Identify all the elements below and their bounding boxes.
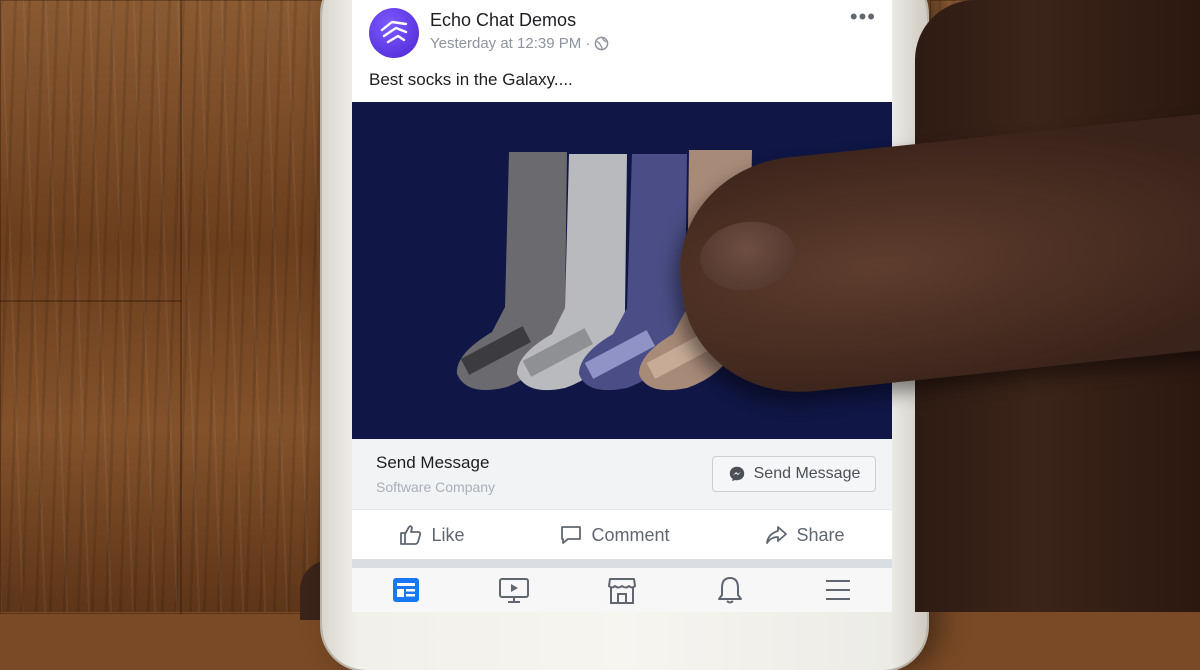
post-text: Best socks in the Galaxy.... [369,70,573,89]
more-horizontal-icon[interactable]: ••• [850,6,876,28]
comment-bubble-icon [561,526,582,544]
cta-subtitle: Software Company [376,479,496,495]
page-name[interactable]: Echo Chat Demos [430,10,576,31]
cta-title: Send Message [376,453,490,472]
wood-panel [0,300,182,614]
comment-button[interactable]: Comment [559,524,669,546]
share-button[interactable]: Share [764,524,844,546]
call-to-action-footer: Send Message Software Company Send Messa… [352,439,892,509]
notifications-bell-icon [718,577,742,604]
menu-icon [826,580,850,600]
wood-panel [0,0,182,302]
watch-video-icon [499,578,529,603]
tab-news-feed[interactable] [386,570,426,610]
tab-marketplace[interactable] [602,570,642,610]
like-label: Like [431,524,465,545]
send-message-button-label: Send Message [753,465,861,482]
comment-label: Comment [591,524,670,545]
tab-watch[interactable] [494,570,534,610]
tab-notifications[interactable] [710,570,750,610]
messenger-icon [729,466,744,482]
send-message-button[interactable]: Send Message [712,456,876,492]
wood-panel [180,0,324,614]
share-label: Share [796,524,845,545]
thumbs-up-icon [400,525,422,545]
post-header: Echo Chat Demos Yesterday at 12:39 PM · … [352,0,892,102]
like-button[interactable]: Like [399,524,465,546]
tab-menu[interactable] [818,570,858,610]
post-timestamp[interactable]: Yesterday at 12:39 PM · [430,35,590,52]
post-actions-bar: Like Comment Share [352,509,892,560]
news-feed-icon [393,578,419,602]
bottom-tab-bar [352,568,892,612]
post-separator [352,559,892,568]
share-arrow-icon [766,526,788,544]
post-meta: Yesterday at 12:39 PM · [430,35,609,52]
page-avatar[interactable] [369,8,419,58]
marketplace-icon [608,578,636,604]
globe-icon [595,36,609,51]
echo-chat-logo-icon [380,20,408,44]
